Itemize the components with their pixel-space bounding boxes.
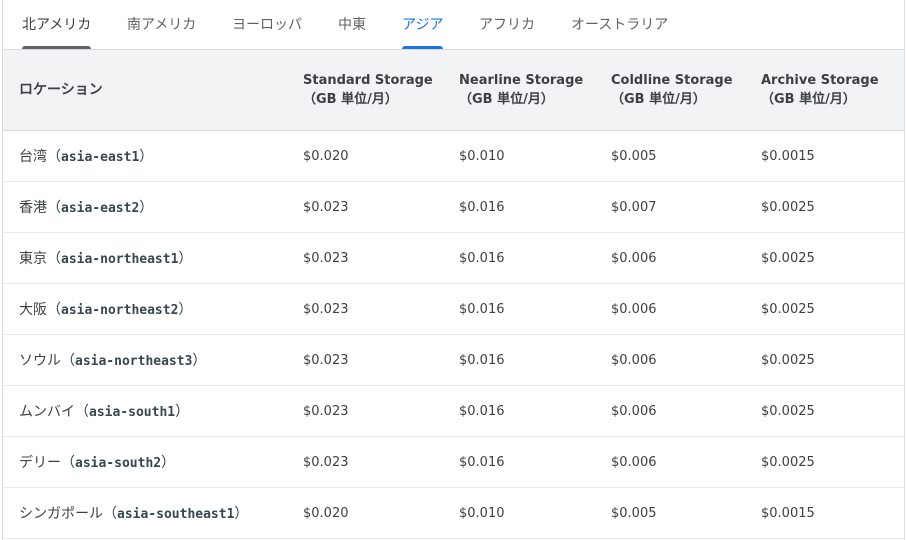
table-row: ムンバイ（asia-south1） $0.023 $0.016 $0.006 $… xyxy=(3,385,904,437)
archive-price-cell: $0.0025 xyxy=(761,334,904,386)
coldline-price-cell: $0.006 xyxy=(611,385,761,437)
location-cell: 東京（asia-northeast1） xyxy=(3,232,303,284)
archive-price-cell: $0.0025 xyxy=(761,283,904,335)
location-cell: 大阪（asia-northeast2） xyxy=(3,283,303,335)
coldline-price-cell: $0.006 xyxy=(611,436,761,488)
tab-indicator xyxy=(22,46,92,49)
standard-price-cell: $0.020 xyxy=(303,130,459,182)
tab-africa[interactable]: アフリカ xyxy=(479,0,535,49)
table-row: デリー（asia-south2） $0.023 $0.016 $0.006 $0… xyxy=(3,436,904,488)
archive-price-cell: $0.0025 xyxy=(761,232,904,284)
tab-label: アジア xyxy=(402,17,444,33)
location-column-header: ロケーション xyxy=(3,50,303,131)
nearline-price-cell: $0.016 xyxy=(459,283,611,335)
table-row: 東京（asia-northeast1） $0.023 $0.016 $0.006… xyxy=(3,232,904,284)
coldline-storage-column-header: Coldline Storage （GB 単位/月） xyxy=(611,50,761,131)
standard-price-cell: $0.023 xyxy=(303,334,459,386)
coldline-price-cell: $0.006 xyxy=(611,334,761,386)
region-code: asia-northeast1 xyxy=(61,252,179,267)
tab-label: 中東 xyxy=(338,17,366,33)
table-row: 台湾（asia-east1） $0.020 $0.010 $0.005 $0.0… xyxy=(3,130,904,182)
location-cell: ムンバイ（asia-south1） xyxy=(3,385,303,437)
region-tab-bar: 北アメリカ 南アメリカ ヨーロッパ 中東 アジア アフリカ オーストラリア xyxy=(3,0,904,50)
location-cell: 香港（asia-east2） xyxy=(3,181,303,233)
archive-price-cell: $0.0015 xyxy=(761,487,904,539)
nearline-price-cell: $0.016 xyxy=(459,436,611,488)
nearline-price-cell: $0.010 xyxy=(459,487,611,539)
archive-storage-column-header: Archive Storage （GB 単位/月） xyxy=(761,50,904,131)
region-code: asia-northeast2 xyxy=(61,303,179,318)
table-row: 香港（asia-east2） $0.023 $0.016 $0.007 $0.0… xyxy=(3,181,904,233)
pricing-panel: 北アメリカ 南アメリカ ヨーロッパ 中東 アジア アフリカ オーストラリア ロケ… xyxy=(2,0,905,540)
tab-label: 南アメリカ xyxy=(127,17,197,33)
nearline-storage-column-header: Nearline Storage （GB 単位/月） xyxy=(459,50,611,131)
tab-label: オーストラリア xyxy=(571,17,669,33)
table-row: ソウル（asia-northeast3） $0.023 $0.016 $0.00… xyxy=(3,334,904,386)
region-code: asia-southeast1 xyxy=(117,507,235,522)
region-code: asia-south2 xyxy=(75,456,162,471)
nearline-price-cell: $0.016 xyxy=(459,181,611,233)
region-code: asia-east1 xyxy=(61,150,140,165)
archive-price-cell: $0.0025 xyxy=(761,385,904,437)
archive-price-cell: $0.0015 xyxy=(761,130,904,182)
tab-label: 北アメリカ xyxy=(22,17,92,33)
nearline-price-cell: $0.010 xyxy=(459,130,611,182)
standard-price-cell: $0.023 xyxy=(303,385,459,437)
coldline-price-cell: $0.005 xyxy=(611,130,761,182)
coldline-price-cell: $0.005 xyxy=(611,487,761,539)
tab-label: アフリカ xyxy=(479,17,535,33)
archive-price-cell: $0.0025 xyxy=(761,436,904,488)
standard-price-cell: $0.023 xyxy=(303,232,459,284)
table-row: シンガポール（asia-southeast1） $0.020 $0.010 $0… xyxy=(3,487,904,539)
region-code: asia-south1 xyxy=(89,405,176,420)
location-cell: デリー（asia-south2） xyxy=(3,436,303,488)
location-cell: ソウル（asia-northeast3） xyxy=(3,334,303,386)
tab-middle-east[interactable]: 中東 xyxy=(338,0,366,49)
location-cell: シンガポール（asia-southeast1） xyxy=(3,487,303,539)
table-header-row: ロケーション Standard Storage （GB 単位/月） Nearli… xyxy=(3,50,904,131)
table-row: 大阪（asia-northeast2） $0.023 $0.016 $0.006… xyxy=(3,283,904,335)
nearline-price-cell: $0.016 xyxy=(459,385,611,437)
tab-europe[interactable]: ヨーロッパ xyxy=(232,0,302,49)
standard-price-cell: $0.023 xyxy=(303,283,459,335)
coldline-price-cell: $0.007 xyxy=(611,181,761,233)
tab-australia[interactable]: オーストラリア xyxy=(571,0,668,49)
coldline-price-cell: $0.006 xyxy=(611,232,761,284)
tab-asia[interactable]: アジア xyxy=(402,0,444,49)
tab-south-america[interactable]: 南アメリカ xyxy=(127,0,196,49)
standard-price-cell: $0.023 xyxy=(303,181,459,233)
coldline-price-cell: $0.006 xyxy=(611,283,761,335)
active-tab-indicator xyxy=(402,46,444,49)
storage-pricing-table: ロケーション Standard Storage （GB 単位/月） Nearli… xyxy=(3,50,904,539)
standard-storage-column-header: Standard Storage （GB 単位/月） xyxy=(303,50,459,131)
region-code: asia-east2 xyxy=(61,201,140,216)
region-code: asia-northeast3 xyxy=(75,354,193,369)
standard-price-cell: $0.023 xyxy=(303,436,459,488)
archive-price-cell: $0.0025 xyxy=(761,181,904,233)
nearline-price-cell: $0.016 xyxy=(459,232,611,284)
standard-price-cell: $0.020 xyxy=(303,487,459,539)
tab-north-america[interactable]: 北アメリカ xyxy=(22,0,92,49)
location-cell: 台湾（asia-east1） xyxy=(3,130,303,182)
nearline-price-cell: $0.016 xyxy=(459,334,611,386)
tab-label: ヨーロッパ xyxy=(232,17,302,33)
